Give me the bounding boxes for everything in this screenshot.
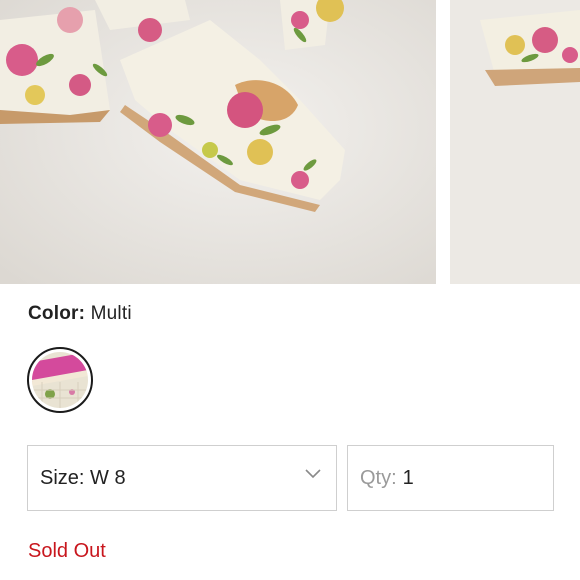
- size-value: W 8: [90, 466, 126, 489]
- floral-shoe-image: [450, 0, 580, 284]
- quantity-field[interactable]: Qty: 1: [347, 445, 554, 511]
- size-label: Size:: [40, 466, 85, 489]
- color-label: Color:: [28, 303, 86, 324]
- product-image-secondary[interactable]: [450, 0, 580, 284]
- sold-out-status: Sold Out: [28, 540, 106, 562]
- product-image-gallery[interactable]: [0, 0, 580, 284]
- color-value: Multi: [90, 303, 132, 324]
- size-select[interactable]: Size: W 8: [27, 445, 337, 511]
- chevron-down-icon: [305, 469, 321, 479]
- quantity-value[interactable]: 1: [403, 467, 414, 490]
- color-swatch-multi[interactable]: [27, 347, 93, 413]
- product-image-main[interactable]: [0, 0, 436, 284]
- quantity-label: Qty:: [360, 466, 397, 489]
- size-display: Size: W 8: [40, 467, 126, 490]
- floral-swatch: [32, 352, 88, 408]
- floral-shoe-image: [0, 0, 436, 284]
- color-row: Color: Multi: [28, 303, 132, 325]
